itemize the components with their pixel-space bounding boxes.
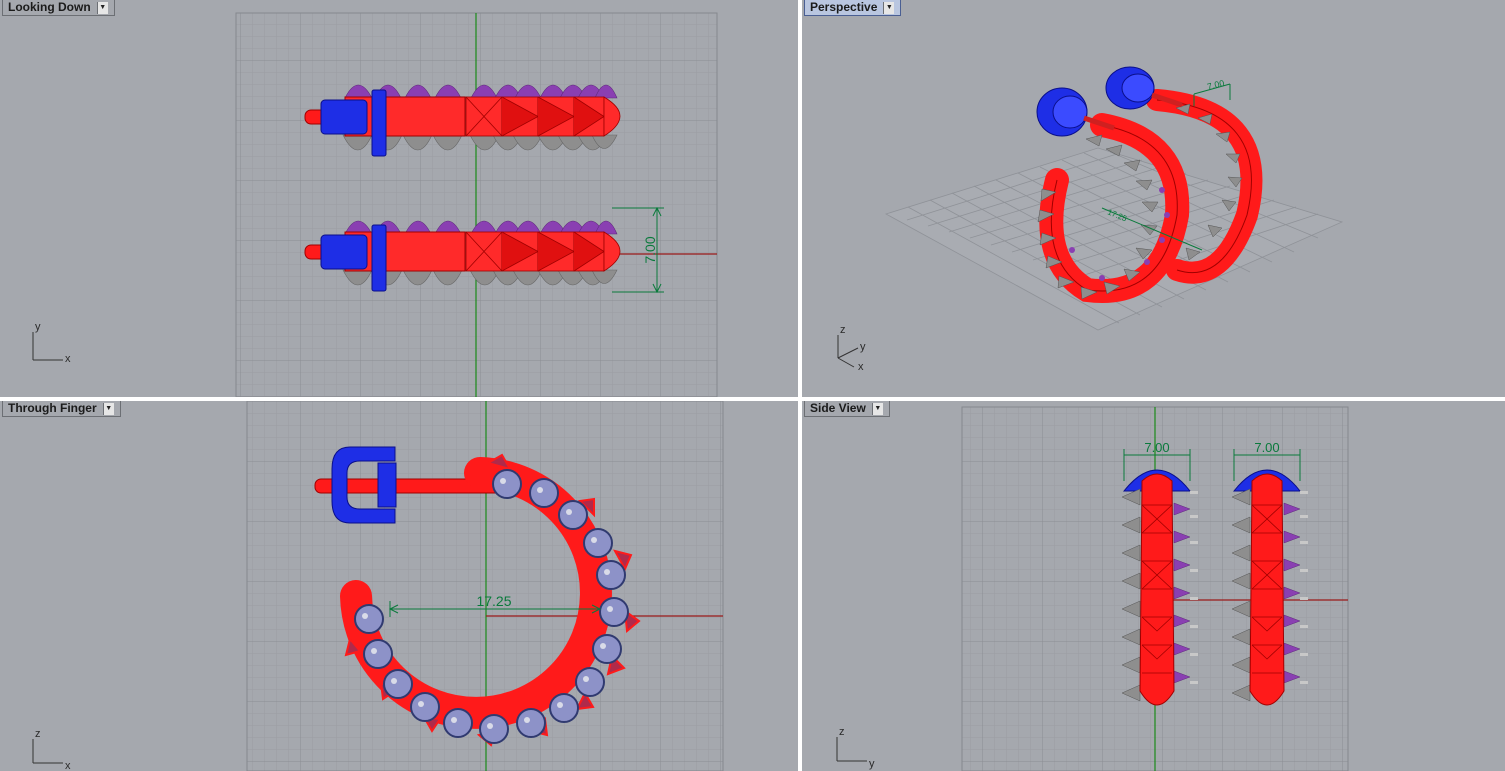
axis-widget xyxy=(32,739,63,764)
viewport-title: Through Finger xyxy=(8,401,97,415)
perspective-grid xyxy=(884,147,1344,331)
axis-widget xyxy=(837,335,859,368)
viewport-tab-perspective[interactable]: Perspective ▼ xyxy=(804,0,902,16)
axis-widget xyxy=(836,737,867,762)
axis-label-z: z xyxy=(35,728,41,740)
viewport-looking-down[interactable]: Looking Down ▼ 7.00 y x xyxy=(0,0,798,397)
chevron-down-icon[interactable]: ▼ xyxy=(96,1,108,14)
viewport-perspective[interactable]: Perspective ▼ 7.00 17.25 z y x xyxy=(802,0,1505,397)
viewport-canvas[interactable]: 7.00 17.25 z y x xyxy=(802,0,1505,397)
viewport-title: Side View xyxy=(810,401,866,415)
viewport-title: Perspective xyxy=(810,0,878,14)
axis-label-x: x xyxy=(65,760,71,771)
earring-back xyxy=(1105,66,1155,110)
pyramid-row xyxy=(465,96,621,137)
dimension-label: 17.25 xyxy=(476,593,511,609)
viewport-tab-through-finger[interactable]: Through Finger ▼ xyxy=(2,401,121,417)
dimension-label: 7.00 xyxy=(642,236,658,263)
axis-label-y: y xyxy=(35,321,41,333)
viewport-through-finger[interactable]: Through Finger ▼ 17.25 z x xyxy=(0,401,798,771)
axis-label-y: y xyxy=(869,758,875,770)
viewport-tab-looking-down[interactable]: Looking Down ▼ xyxy=(2,0,115,16)
axis-label-x: x xyxy=(65,353,71,365)
dimension-label: 7.00 xyxy=(1144,440,1169,455)
chevron-down-icon[interactable]: ▼ xyxy=(102,402,114,415)
viewport-canvas[interactable]: 7.00 y x xyxy=(0,0,798,397)
axis-label-y: y xyxy=(860,341,866,353)
hoop-band xyxy=(1249,473,1285,706)
chevron-down-icon[interactable]: ▼ xyxy=(871,402,883,415)
viewport-side-view[interactable]: Side View ▼ 7.00 7.00 z y xyxy=(802,401,1505,771)
dimension-label: 7.00 xyxy=(1206,78,1225,92)
axis-label-z: z xyxy=(839,726,845,738)
viewport-tab-side-view[interactable]: Side View ▼ xyxy=(804,401,890,417)
hoop-band xyxy=(1139,473,1175,706)
chevron-down-icon[interactable]: ▼ xyxy=(883,1,895,14)
viewport-title: Looking Down xyxy=(8,0,91,14)
dimension-label: 7.00 xyxy=(1254,440,1279,455)
pyramid-row xyxy=(465,231,621,272)
earring-back-flange xyxy=(377,462,397,508)
axis-label-x: x xyxy=(858,361,864,373)
axis-widget xyxy=(32,332,63,361)
earring-back xyxy=(1036,87,1088,137)
viewport-canvas[interactable]: 17.25 z x xyxy=(0,401,798,771)
axis-label-z: z xyxy=(840,324,846,336)
viewport-canvas[interactable]: 7.00 7.00 z y xyxy=(802,401,1505,771)
